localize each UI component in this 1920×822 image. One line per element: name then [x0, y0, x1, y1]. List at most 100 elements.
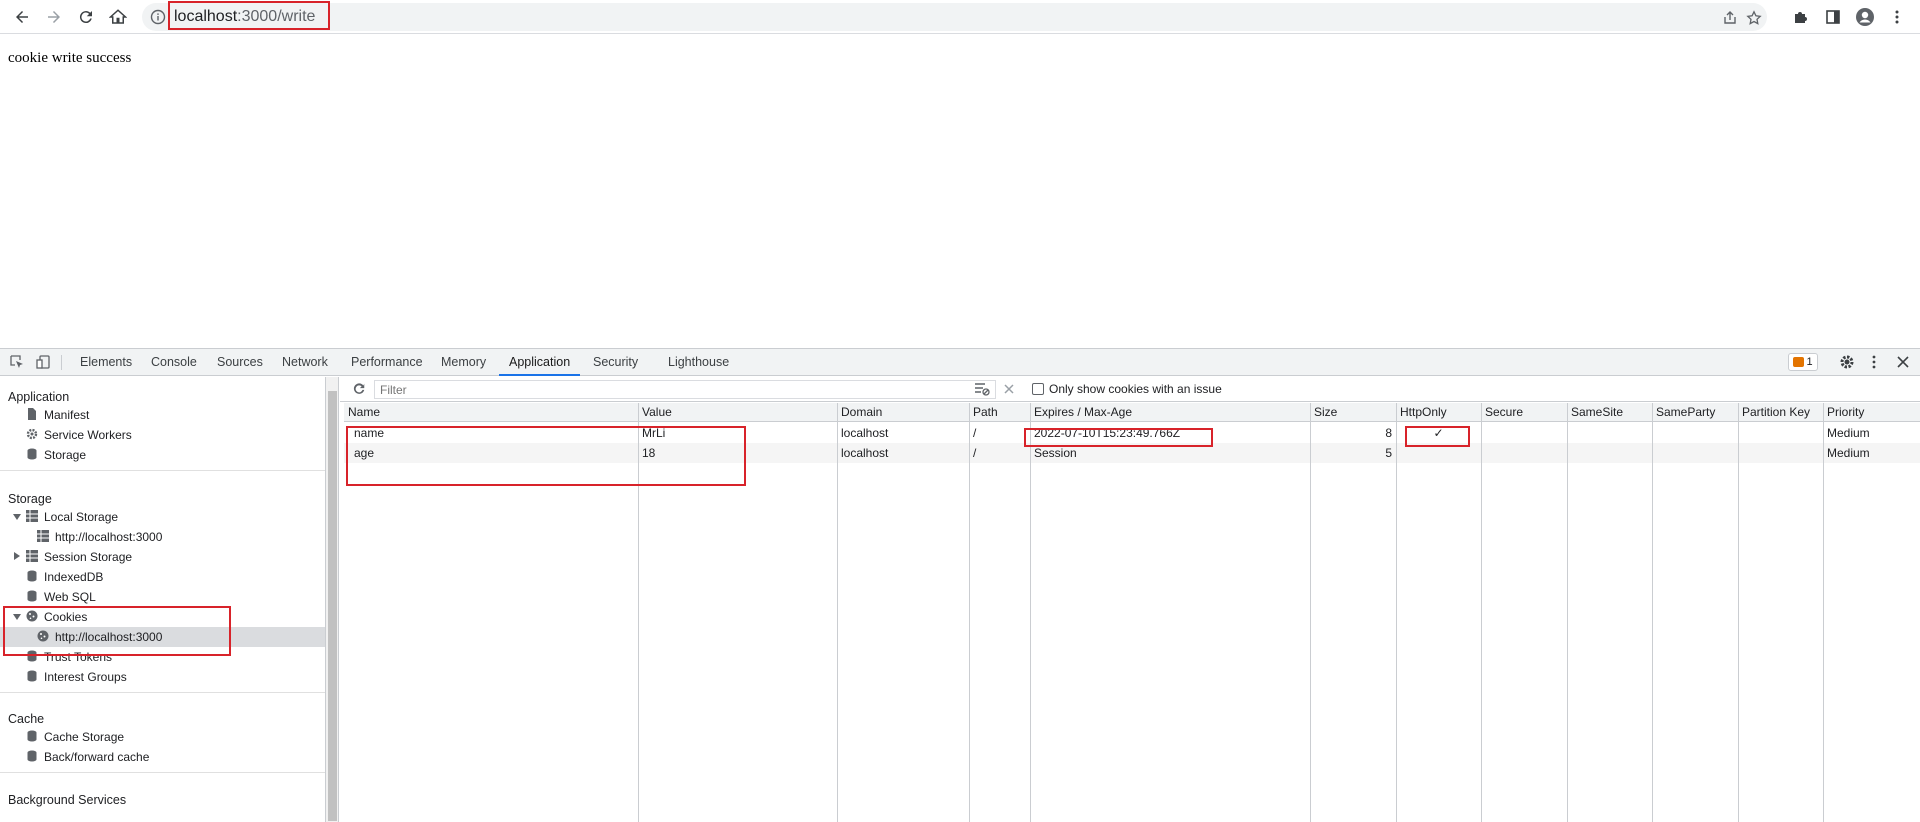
col-header-httponly[interactable]: HttpOnly [1396, 403, 1481, 422]
tab-network[interactable]: Network [282, 349, 328, 376]
sidebar-item-back-forward-cache[interactable]: Back/forward cache [26, 747, 149, 767]
devtools-toolbar: Elements Console Sources Network Perform… [0, 349, 1920, 376]
col-header-sameparty[interactable]: SameParty [1652, 403, 1738, 422]
devtools-menu-icon[interactable] [1866, 354, 1882, 370]
info-icon[interactable] [150, 9, 166, 25]
clear-all-icon[interactable] [974, 382, 990, 396]
httponly-highlight-box [1405, 426, 1470, 447]
sidebar-divider [0, 692, 325, 693]
side-panel-button[interactable] [1822, 6, 1844, 28]
col-header-expires[interactable]: Expires / Max-Age [1030, 403, 1310, 422]
share-icon[interactable] [1722, 10, 1738, 26]
col-header-priority[interactable]: Priority [1823, 403, 1920, 422]
refresh-icon[interactable] [352, 382, 366, 396]
expand-arrow-icon[interactable] [13, 514, 21, 520]
tab-elements[interactable]: Elements [80, 349, 132, 376]
col-header-size[interactable]: Size [1310, 403, 1396, 422]
back-button[interactable] [9, 4, 35, 30]
tab-memory[interactable]: Memory [441, 349, 486, 376]
column-divider[interactable] [1396, 403, 1397, 822]
col-header-samesite[interactable]: SameSite [1567, 403, 1652, 422]
cell-path: / [973, 426, 977, 440]
cell-path: / [973, 446, 977, 460]
scrollbar-thumb[interactable] [328, 391, 337, 821]
sidebar-item-cache-storage[interactable]: Cache Storage [26, 727, 124, 747]
issue-flag-icon [1793, 357, 1805, 367]
col-header-name[interactable]: Name [344, 403, 638, 422]
star-icon[interactable] [1746, 10, 1762, 26]
file-icon [28, 408, 36, 420]
issues-badge[interactable]: 1 [1788, 353, 1818, 371]
sidebar-divider [0, 470, 325, 471]
database-icon [27, 570, 37, 582]
database-icon [27, 590, 37, 602]
sidebar-item-local-storage-origin[interactable]: http://localhost:3000 [37, 527, 162, 547]
cell-size: 8 [1385, 426, 1392, 440]
sidebar-item-label: IndexedDB [44, 570, 104, 584]
tab-sources[interactable]: Sources [217, 349, 263, 376]
column-divider[interactable] [1823, 403, 1824, 822]
col-header-partition-key[interactable]: Partition Key [1738, 403, 1823, 422]
grid-icon [26, 510, 38, 522]
column-divider[interactable] [1738, 403, 1739, 822]
tab-performance[interactable]: Performance [351, 349, 423, 376]
section-background-services: Background Services [8, 793, 127, 807]
reload-button[interactable] [73, 4, 99, 30]
filter-input[interactable] [374, 380, 996, 399]
profile-button[interactable] [1854, 6, 1876, 28]
only-issues-checkbox[interactable]: Only show cookies with an issue [1032, 382, 1222, 396]
delete-selected-icon[interactable] [1003, 383, 1015, 395]
column-divider[interactable] [1030, 403, 1031, 822]
column-divider[interactable] [1310, 403, 1311, 822]
column-divider[interactable] [1481, 403, 1482, 822]
sidebar-item-service-workers[interactable]: Service Workers [26, 425, 132, 445]
sidebar-item-label: Back/forward cache [44, 750, 150, 764]
column-divider[interactable] [969, 403, 970, 822]
sidebar-item-interest-groups[interactable]: Interest Groups [26, 667, 127, 687]
extensions-button[interactable] [1790, 6, 1812, 28]
cell-domain: localhost [841, 446, 889, 460]
col-header-value[interactable]: Value [638, 403, 837, 422]
device-toggle-icon[interactable] [35, 354, 51, 370]
collapse-arrow-icon[interactable] [14, 552, 20, 560]
sidebar-item-websql[interactable]: Web SQL [26, 587, 96, 607]
col-header-domain[interactable]: Domain [837, 403, 969, 422]
cell-priority: Medium [1827, 426, 1870, 440]
gear-icon [26, 428, 38, 440]
sidebar-divider [0, 772, 325, 773]
sidebar-scrollbar[interactable] [326, 377, 339, 822]
section-cache: Cache [8, 712, 45, 726]
home-icon [109, 9, 127, 24]
sidebar-item-session-storage[interactable]: Session Storage [26, 547, 132, 567]
column-divider[interactable] [1652, 403, 1653, 822]
application-sidebar: Application Manifest Service Workers Sto… [0, 377, 326, 822]
page-message: cookie write success [8, 50, 132, 66]
forward-button[interactable] [41, 4, 67, 30]
column-divider[interactable] [1567, 403, 1568, 822]
address-bar[interactable]: localhost:3000/write [142, 3, 1767, 31]
reload-icon [79, 11, 92, 24]
database-icon [27, 750, 37, 762]
tab-application[interactable]: Application [499, 349, 581, 376]
side-panel-icon [1826, 10, 1840, 24]
sidebar-item-local-storage[interactable]: Local Storage [26, 507, 118, 527]
sidebar-item-storage[interactable]: Storage [26, 445, 86, 465]
inspect-element-icon[interactable] [9, 354, 25, 370]
column-divider[interactable] [837, 403, 838, 822]
home-button[interactable] [105, 4, 131, 30]
close-icon[interactable] [1895, 354, 1911, 370]
checkbox-box[interactable] [1032, 383, 1044, 395]
sidebar-item-label: Session Storage [44, 550, 133, 564]
gear-icon[interactable] [1839, 354, 1855, 370]
sidebar-item-manifest[interactable]: Manifest [26, 405, 89, 425]
col-header-secure[interactable]: Secure [1481, 403, 1567, 422]
toolbar-divider [61, 355, 62, 370]
tab-security[interactable]: Security [593, 349, 638, 376]
browser-menu-button[interactable] [1886, 6, 1908, 28]
tab-lighthouse[interactable]: Lighthouse [668, 349, 729, 376]
col-header-path[interactable]: Path [969, 403, 1030, 422]
sidebar-item-indexeddb[interactable]: IndexedDB [26, 567, 103, 587]
tab-console[interactable]: Console [151, 349, 197, 376]
sidebar-item-label: http://localhost:3000 [55, 530, 163, 544]
puzzle-icon [1795, 12, 1807, 23]
